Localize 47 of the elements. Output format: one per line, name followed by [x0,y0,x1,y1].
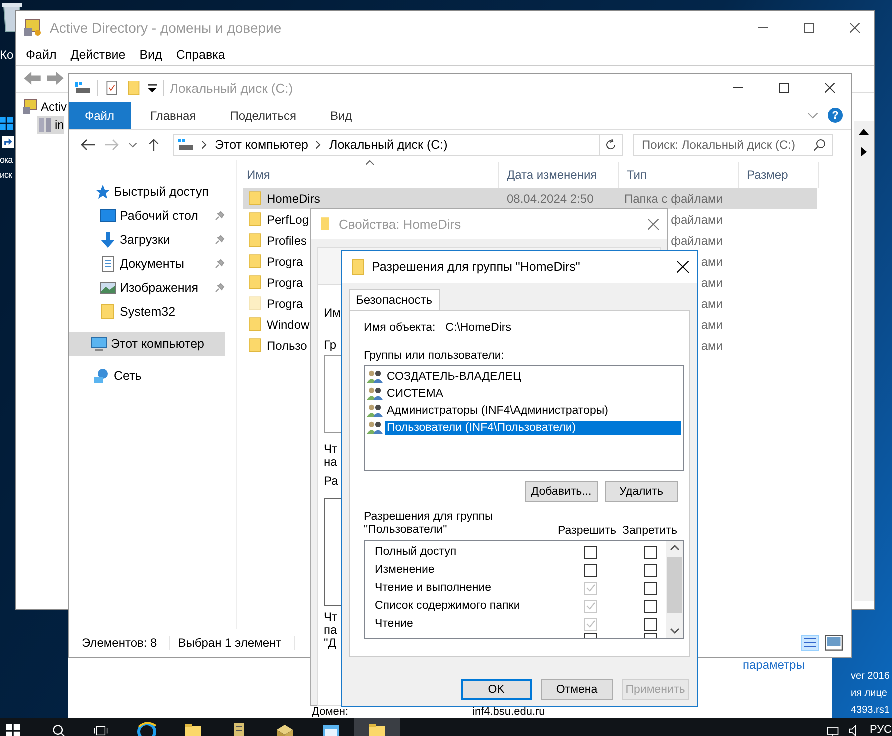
field-value: inf4.bsu.edu.ru [472,707,546,718]
window-title: Локальный диск (C:) [170,80,294,96]
status-text: Выбран 1 элемент [178,636,295,650]
file-type: ами [701,318,723,332]
file-name: HomeDirs [267,192,320,206]
file-type: Папка с файлами [624,192,723,206]
label-text: Чт [324,443,338,456]
dialog-title: Разрешения для группы "HomeDirs" [372,260,580,274]
file-type: ами [701,296,723,310]
label-text: па [324,624,338,637]
file-name: PerfLog [267,212,310,226]
system-info-text: 4393.rs1 [851,704,890,718]
permission-name: Изменение [375,564,436,576]
section-label: Группы или пользователи: [364,350,506,362]
file-type: ами [701,254,723,268]
label-text: на [324,456,338,469]
permission-name: Чтение и выполнение [375,582,493,594]
dialog-title: Свойства: HomeDirs [339,216,462,232]
field-label: Имя объекта: [364,322,436,334]
permission-name: Список содержимого папки [375,600,522,612]
permission-name: Чтение [375,618,414,630]
file-name: Window [267,318,310,332]
status-text: Элементов: 8 [82,636,170,650]
window-title: Active Directory - домены и доверие [50,20,282,36]
file-name: Пользо [267,338,308,352]
label-text: Ра [324,475,338,488]
file-name: Progra [267,296,304,310]
file-type: файлами [671,212,723,226]
file-type: файлами [671,234,723,248]
system-info-text: ver 2016 [851,670,890,684]
file-date: 08.04.2024 2:50 [507,192,594,206]
label-text: Чт [324,611,338,624]
field-value: C:\HomeDirs [446,322,512,334]
column-header: Запретить [622,525,678,537]
file-name: Profiles [267,234,308,248]
label-text: Им [324,307,341,320]
file-name: Progra [267,254,304,268]
file-name: Progra [267,276,304,290]
column-header: Разрешить [558,525,617,537]
label-text: Гр [324,339,336,352]
file-type: ами [701,276,723,290]
label-text: "Д [324,637,336,650]
section-label: Разрешения для группы "Пользователи" [364,511,494,537]
permission-name: Полный доступ [375,546,458,558]
system-info-text: ия лице [851,687,888,701]
field-label: Домен: [312,707,349,718]
file-type: ами [701,338,723,352]
